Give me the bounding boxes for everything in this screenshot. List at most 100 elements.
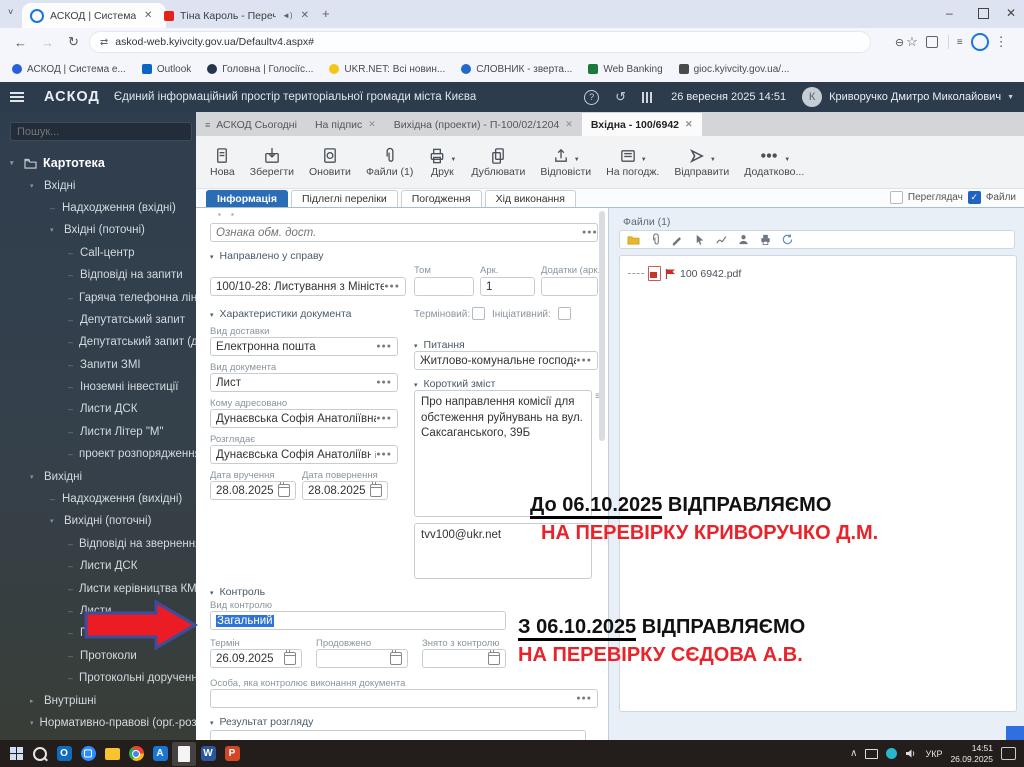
addons-field[interactable] <box>541 277 598 296</box>
sidebar-tree-item[interactable]: – Іноземні інвестиції <box>0 376 196 398</box>
attach-icon[interactable] <box>649 233 662 246</box>
send-button[interactable]: ▼ Відправити <box>674 147 729 178</box>
sidebar-tree-item[interactable]: ▾ Вхідні <box>0 174 196 196</box>
hamburger-menu-icon[interactable] <box>10 92 24 102</box>
calendar-icon[interactable] <box>390 650 402 665</box>
help-icon[interactable]: ? <box>584 89 600 105</box>
chevron-down-icon[interactable]: ▼ <box>1007 94 1014 101</box>
approval-button[interactable]: ▼ На погодж. <box>606 147 659 178</box>
sidebar-tree-item[interactable]: – Call-центр <box>0 242 196 264</box>
sidebar-tree-item[interactable]: ▸ Внутрішні <box>0 689 196 711</box>
returned-date-field[interactable]: 28.08.2025 <box>302 481 388 500</box>
start-button[interactable] <box>4 742 28 766</box>
print-button[interactable]: ▼ Друк <box>428 147 456 178</box>
close-icon[interactable]: ✕ <box>565 119 573 130</box>
addressee-field[interactable]: Дунаєвська Софія Анатоліївна ●●● <box>210 409 398 428</box>
signature-icon[interactable] <box>715 233 728 246</box>
reviewer-field[interactable]: Дунаєвська Софія Анатоліївна і ●●● <box>210 445 398 464</box>
taskbar-zoom-icon[interactable]: ▢ <box>76 742 100 766</box>
bookmark-gioc[interactable]: gioc.kyivcity.gov.ua/... <box>678 64 789 75</box>
initiative-checkbox[interactable] <box>558 307 571 320</box>
edit-pen-icon[interactable] <box>671 233 684 246</box>
sidebar-tree-item[interactable]: – Гаряча телефонна лінія <box>0 286 196 308</box>
volume-icon[interactable] <box>905 748 917 759</box>
ellipsis-button[interactable]: ●●● <box>582 229 598 236</box>
taskbar-word-icon[interactable]: W <box>196 742 220 766</box>
ellipsis-button[interactable]: ●●● <box>376 343 392 350</box>
barcode-icon[interactable] <box>642 91 654 103</box>
doctype-field[interactable]: Лист ●●● <box>210 373 398 392</box>
ellipsis-button[interactable]: ●●● <box>576 357 592 364</box>
user-name[interactable]: Криворучко Дмитро Миколайович <box>829 91 1001 103</box>
forward-icon[interactable]: → <box>41 35 54 50</box>
sidebar-tree-item[interactable]: – Листи ДСК <box>0 398 196 420</box>
calendar-icon[interactable] <box>370 482 382 497</box>
close-icon[interactable]: ✕ <box>301 10 309 21</box>
ellipsis-button[interactable]: ●●● <box>384 283 400 290</box>
calendar-icon[interactable] <box>284 650 296 665</box>
tab-outgoing-draft[interactable]: Вихідна (проекти) - П-100/02/1204 ✕ <box>385 113 582 136</box>
bookmark-askod[interactable]: АСКОД | Система е... <box>12 64 126 75</box>
files-button[interactable]: Файли (1) <box>366 147 413 178</box>
file-row[interactable]: 100 6942.pdf <box>628 266 1016 281</box>
tab-agreement[interactable]: Погодження <box>400 190 482 207</box>
extensions-icon[interactable] <box>925 36 938 48</box>
refresh-button[interactable]: Оновити <box>309 147 351 178</box>
reading-list-icon[interactable]: ≡ <box>957 37 963 48</box>
close-icon[interactable]: ✕ <box>144 10 152 21</box>
splitter-handle[interactable]: ▪ ▪ <box>218 210 238 219</box>
sidebar-tree-item[interactable]: –Листи керівництва КМВА <box>0 577 196 599</box>
back-icon[interactable]: ← <box>14 35 27 50</box>
reply-button[interactable]: ▼ Відповісти <box>540 147 591 178</box>
tom-field[interactable] <box>414 277 474 296</box>
sidebar-tree-item[interactable]: – Депутатський запит <box>0 309 196 331</box>
viewer-checkbox[interactable] <box>889 191 903 204</box>
omnibox[interactable]: ⇄ askod-web.kyivcity.gov.ua/Defaultv4.as… <box>88 31 871 53</box>
section-control[interactable]: Контроль <box>210 586 266 598</box>
section-question[interactable]: Питання <box>414 339 465 351</box>
tray-network-icon[interactable] <box>865 748 879 759</box>
ellipsis-button[interactable]: ●●● <box>376 379 392 386</box>
sidebar-tree-item[interactable]: – Протокольні доручення <box>0 667 196 689</box>
tray-app-icon[interactable] <box>886 748 898 759</box>
tab-search-chevron-icon[interactable]: ˅ <box>8 7 13 17</box>
close-icon[interactable]: ✕ <box>685 119 693 130</box>
zoom-indicator-icon[interactable]: ⊖ <box>895 36 904 49</box>
taskbar-search-icon[interactable] <box>28 742 52 766</box>
audio-icon[interactable]: ◄) <box>282 11 293 20</box>
calendar-icon[interactable] <box>488 650 500 665</box>
print-file-icon[interactable] <box>759 233 772 246</box>
term-field[interactable]: 26.09.2025 <box>210 649 302 668</box>
profile-avatar-icon[interactable] <box>970 33 989 51</box>
sidebar-tree-item[interactable]: – Відповіді на запити <box>0 264 196 286</box>
bookmark-star-icon[interactable]: ☆ <box>906 34 918 50</box>
handed-date-field[interactable]: 28.08.2025 <box>210 481 296 500</box>
add-folder-icon[interactable] <box>627 233 640 246</box>
result-field[interactable] <box>210 730 586 740</box>
sidebar-item-kartoteka[interactable]: ▾ Картотека <box>0 152 196 174</box>
tray-expand-icon[interactable]: ∧ <box>850 748 857 759</box>
search-input[interactable] <box>10 122 192 141</box>
extended-field[interactable] <box>316 649 408 668</box>
taskbar-chrome-icon[interactable] <box>124 742 148 766</box>
avatar[interactable]: К <box>802 87 823 107</box>
more-button[interactable]: ▼ Додатково... <box>744 147 804 178</box>
tab-incoming-100-6942[interactable]: Вхідна - 100/6942 ✕ <box>581 113 702 136</box>
section-case[interactable]: Направлено у справу <box>210 250 324 262</box>
ellipsis-button[interactable]: ●●● <box>576 695 592 702</box>
bookmark-slovnyk[interactable]: СЛОВНИК - зверта... <box>461 64 572 75</box>
sidebar-tree-item[interactable]: – Запити ЗМІ <box>0 354 196 376</box>
taskbar-powerpoint-icon[interactable]: P <box>220 742 244 766</box>
window-close-icon[interactable]: ✕ <box>1006 6 1016 20</box>
window-restore-icon[interactable] <box>978 8 989 19</box>
new-button[interactable]: Нова <box>210 147 235 178</box>
section-summary[interactable]: Короткий зміст <box>414 378 496 390</box>
taskbar-explorer-icon[interactable] <box>100 742 124 766</box>
browser-tab-youtube[interactable]: Тіна Кароль - Перечекати ◄) ✕ <box>156 3 324 28</box>
tab-execution[interactable]: Хід виконання <box>484 190 576 207</box>
control-type-field[interactable]: Загальний <box>210 611 506 630</box>
taskbar-active-document-icon[interactable] <box>172 741 196 766</box>
urgent-checkbox[interactable] <box>472 307 485 320</box>
sidebar-tree-item[interactable]: – Листи Літер "М" <box>0 421 196 443</box>
tab-sublists[interactable]: Підлеглі переліки <box>290 190 398 207</box>
